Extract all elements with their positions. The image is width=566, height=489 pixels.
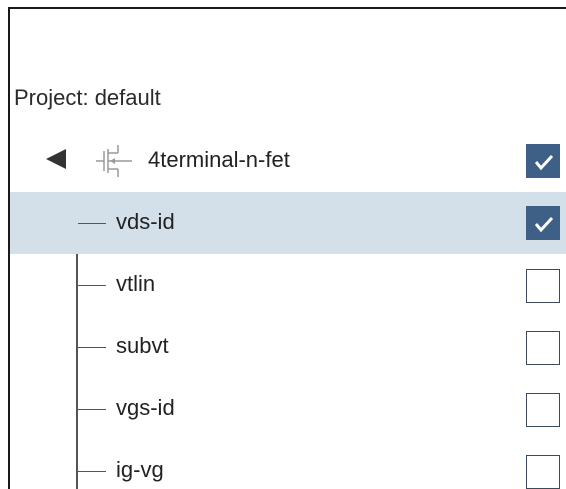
- nfet-transistor-icon: [96, 145, 132, 177]
- tree-item-label: subvt: [116, 333, 169, 358]
- checkmark-icon: [534, 154, 554, 171]
- tree-branch-line: [78, 347, 106, 348]
- tree-item-ig-vg[interactable]: ig-vg: [10, 440, 566, 489]
- tree-item-vds-id[interactable]: vds-id: [10, 192, 566, 254]
- tree-branch-line: [78, 285, 106, 286]
- tree-branch-line: [78, 471, 106, 472]
- tree-item-checkbox[interactable]: [526, 455, 560, 489]
- tree-root-label: 4terminal-n-fet: [148, 147, 290, 172]
- tree-item-checkbox[interactable]: [526, 331, 560, 365]
- project-label: Project: default: [14, 85, 161, 110]
- tree-item-label: vtlin: [116, 271, 156, 296]
- tree-item-label: vgs-id: [116, 395, 175, 420]
- tree-item-vtlin[interactable]: vtlin: [10, 254, 566, 316]
- tree-root-checkbox[interactable]: [526, 144, 560, 178]
- tree-branch-line: [78, 223, 106, 224]
- tree-item-subvt[interactable]: subvt: [10, 316, 566, 378]
- tree-branch-line: [78, 409, 106, 410]
- tree-item-checkbox[interactable]: [526, 206, 560, 240]
- collapse-arrow-icon[interactable]: [46, 149, 66, 169]
- tree-item-vgs-id[interactable]: vgs-id: [10, 378, 566, 440]
- tree-item-label: ig-vg: [116, 457, 164, 482]
- project-tree-panel: Project: default 4terminal-n-fet vds-id: [8, 7, 566, 489]
- tree-item-checkbox[interactable]: [526, 269, 560, 303]
- tree-item-label: vds-id: [116, 209, 175, 234]
- tree-root-row[interactable]: 4terminal-n-fet: [10, 131, 566, 191]
- checkmark-icon: [534, 216, 554, 233]
- tree-item-checkbox[interactable]: [526, 393, 560, 427]
